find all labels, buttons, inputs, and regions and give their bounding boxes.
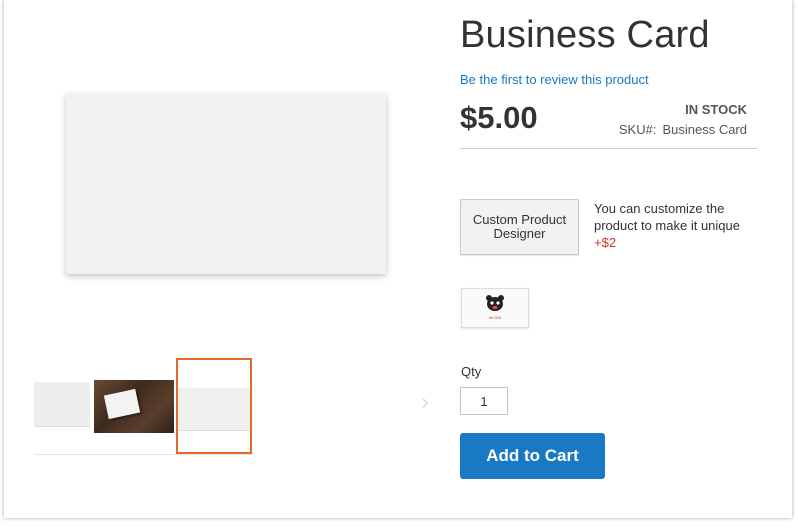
preview-label: ## 000 — [488, 315, 502, 320]
product-price: $5.00 — [460, 100, 538, 135]
business-card-image — [34, 382, 90, 427]
sku-label: SKU#: — [618, 122, 657, 137]
stock-status: In stock — [685, 102, 747, 117]
review-link[interactable]: Be the first to review this product — [460, 72, 649, 87]
bear-logo-icon — [486, 295, 504, 311]
custom-product-designer-button[interactable]: Custom Product Designer — [460, 199, 579, 255]
sku: SKU#: Business Card — [619, 122, 747, 137]
thumbnail-3-active[interactable] — [176, 358, 252, 454]
designer-extra-price: +$2 — [594, 235, 617, 250]
thumbnail-divider — [34, 454, 254, 455]
card-stack — [103, 388, 141, 420]
thumbnail-strip — [34, 358, 414, 458]
business-card-image — [178, 388, 250, 431]
thumbnail-2[interactable] — [94, 358, 174, 454]
thumbnail-1[interactable] — [34, 358, 90, 454]
chevron-right-icon[interactable]: › — [416, 390, 434, 414]
qty-label: Qty — [461, 364, 482, 379]
custom-design-preview[interactable]: ## 000 — [461, 288, 529, 328]
business-card-stack-photo — [94, 380, 174, 433]
product-main-image[interactable] — [66, 94, 386, 274]
designer-note: You can customize the product to make it… — [594, 200, 764, 251]
product-page: › Business Card Be the first to review t… — [4, 0, 792, 518]
add-to-cart-button[interactable]: Add to Cart — [460, 433, 605, 479]
divider — [460, 148, 757, 149]
sku-value: Business Card — [662, 122, 747, 137]
product-title: Business Card — [460, 14, 710, 56]
qty-input[interactable] — [460, 387, 508, 415]
designer-note-text: You can customize the product to make it… — [594, 201, 740, 233]
